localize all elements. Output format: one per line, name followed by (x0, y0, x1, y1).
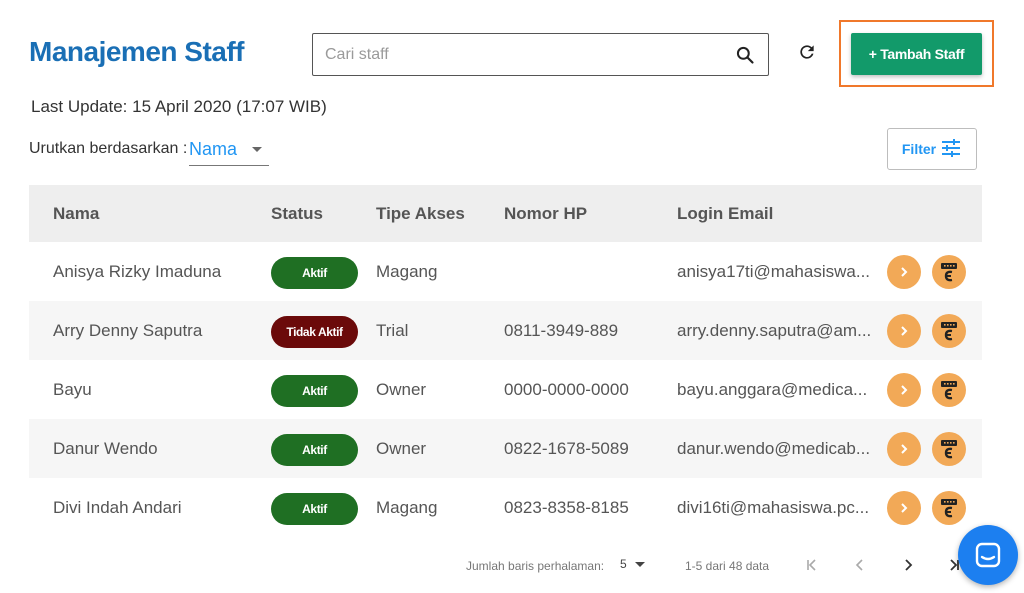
table-row[interactable]: Divi Indah Andari Aktif Magang 0823-8358… (29, 478, 982, 537)
status-badge: Aktif (271, 256, 358, 289)
table-row[interactable]: Danur Wendo Aktif Owner 0822-1678-5089 d… (29, 419, 982, 478)
sort-select[interactable]: Nama (189, 134, 269, 166)
table-row[interactable]: Anisya Rizky Imaduna Aktif Magang anisya… (29, 242, 982, 301)
search-icon[interactable] (734, 44, 756, 66)
filter-button[interactable]: Filter (887, 128, 977, 170)
cell-nomor-hp: 0823-8358-8185 (504, 497, 629, 517)
next-page-icon[interactable] (898, 555, 918, 575)
cell-tipe-akses: Magang (376, 261, 438, 281)
cell-nomor-hp: 0822-1678-5089 (504, 438, 629, 458)
cell-nomor-hp: 0811-3949-889 (504, 320, 619, 340)
chevron-down-icon (252, 147, 262, 152)
edc-button[interactable] (932, 254, 966, 289)
last-update-text: Last Update: 15 April 2020 (17:07 WIB) (31, 97, 327, 116)
add-staff-button[interactable]: + Tambah Staff (851, 33, 982, 75)
edc-icon (941, 498, 957, 517)
filter-icon (940, 138, 962, 161)
chevron-right-icon (901, 266, 908, 277)
chevron-right-icon (901, 443, 908, 454)
cell-login-email: bayu.anggara@medica... (677, 379, 868, 399)
cell-nama: Danur Wendo (53, 438, 158, 458)
edc-icon (941, 262, 957, 281)
table-row[interactable]: Bayu Aktif Owner 0000-0000-0000 bayu.ang… (29, 360, 982, 419)
edc-icon (941, 380, 957, 399)
chevron-right-icon (901, 384, 908, 395)
chat-icon (975, 542, 1001, 568)
detail-button[interactable] (887, 431, 921, 466)
search-box[interactable] (312, 33, 769, 76)
cell-nama: Anisya Rizky Imaduna (53, 261, 222, 281)
prev-page-icon[interactable] (850, 555, 870, 575)
status-badge: Tidak Aktif (271, 315, 358, 348)
cell-tipe-akses: Magang (376, 497, 438, 517)
status-badge: Aktif (271, 492, 358, 525)
cell-nama: Arry Denny Saputra (53, 320, 203, 340)
chevron-right-icon (901, 325, 908, 336)
cell-login-email: divi16ti@mahasiswa.pc... (677, 497, 870, 517)
status-badge: Aktif (271, 433, 358, 466)
chevron-down-icon (634, 561, 645, 567)
cell-status: Aktif (271, 373, 371, 407)
staff-table: Nama Status Tipe Akses Nomor HP Login Em… (29, 185, 982, 537)
rows-per-page-label: Jumlah baris perhalaman: (466, 559, 605, 573)
cell-status: Aktif (271, 432, 371, 466)
sort-label: Urutkan berdasarkan : (29, 140, 188, 157)
cell-status: Tidak Aktif (271, 314, 371, 348)
refresh-icon[interactable] (795, 40, 819, 64)
page-range: 1-5 dari 48 data (685, 559, 770, 573)
detail-button[interactable] (887, 372, 921, 407)
edc-icon (941, 439, 957, 458)
edc-button[interactable] (932, 372, 966, 407)
detail-button[interactable] (887, 490, 921, 525)
edc-icon (941, 321, 957, 340)
edc-button[interactable] (932, 431, 966, 466)
filter-label: Filter (901, 141, 937, 157)
cell-login-email: anisya17ti@mahasiswa... (677, 261, 871, 281)
column-header-status[interactable]: Status (271, 204, 371, 224)
cell-tipe-akses: Owner (376, 379, 427, 399)
edc-button[interactable] (932, 490, 966, 525)
cell-tipe-akses: Trial (376, 320, 409, 340)
pagination: Jumlah baris perhalaman: 5 1-5 dari 48 d… (0, 555, 1024, 577)
column-header-login-email[interactable]: Login Email (677, 204, 887, 224)
cell-login-email: danur.wendo@medicab... (677, 438, 871, 458)
cell-status: Aktif (271, 255, 371, 289)
cell-nama: Divi Indah Andari (53, 497, 182, 517)
detail-button[interactable] (887, 313, 921, 348)
table-row[interactable]: Arry Denny Saputra Tidak Aktif Trial 081… (29, 301, 982, 360)
status-badge: Aktif (271, 374, 358, 407)
table-header: Nama Status Tipe Akses Nomor HP Login Em… (29, 185, 982, 242)
column-header-tipe-akses[interactable]: Tipe Akses (376, 204, 496, 224)
page-title: Manajemen Staff (29, 36, 245, 67)
cell-login-email: arry.denny.saputra@am... (677, 320, 872, 340)
search-input[interactable] (325, 45, 734, 64)
sort-value: Nama (189, 139, 238, 159)
detail-button[interactable] (887, 254, 921, 289)
cell-nama: Bayu (53, 379, 92, 399)
edc-button[interactable] (932, 313, 966, 348)
cell-tipe-akses: Owner (376, 438, 427, 458)
cell-nomor-hp: 0000-0000-0000 (504, 379, 629, 399)
chat-button[interactable] (958, 525, 1018, 585)
rows-per-page-value: 5 (620, 557, 627, 571)
rows-per-page-select[interactable]: 5 (620, 557, 645, 571)
column-header-nomor-hp[interactable]: Nomor HP (504, 204, 674, 224)
column-header-nama[interactable]: Nama (53, 204, 268, 224)
first-page-icon[interactable] (802, 555, 822, 575)
cell-status: Aktif (271, 491, 371, 525)
chevron-right-icon (901, 502, 908, 513)
